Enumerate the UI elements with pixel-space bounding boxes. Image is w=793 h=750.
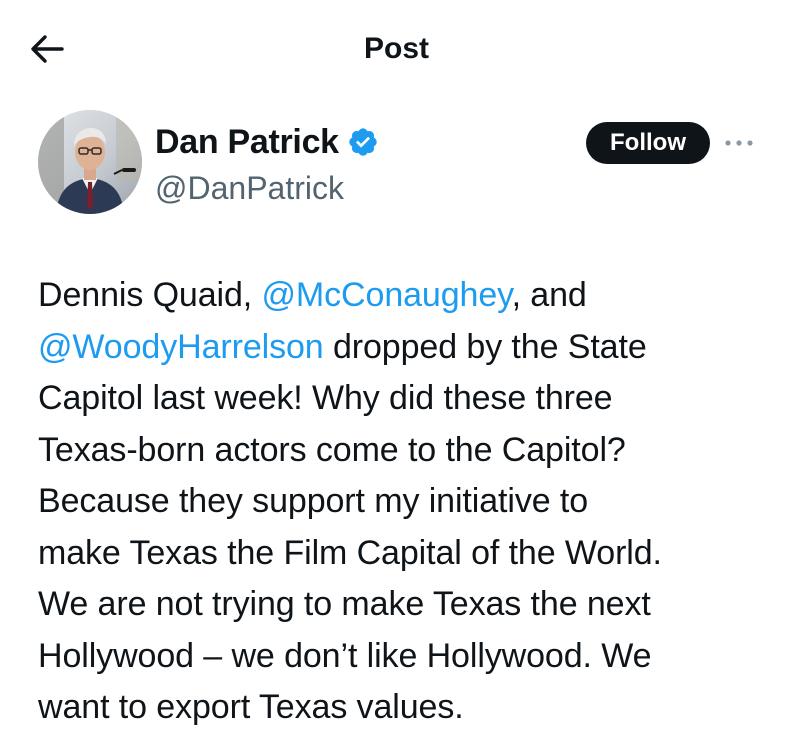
avatar[interactable] [38, 110, 142, 214]
post-text-fragment: dropped by the State [323, 327, 647, 366]
post-text-line: Dennis Quaid, @McConaughey, and [38, 270, 766, 322]
post-text-line: Because they support my initiative to [38, 482, 589, 520]
follow-button[interactable]: Follow [586, 122, 710, 164]
page-title: Post [363, 32, 429, 65]
post-text-line: We are not trying to make Texas the next [38, 585, 651, 623]
display-name-row: Dan Patrick [155, 120, 379, 164]
author-info: Dan Patrick @DanPatrick [155, 120, 379, 210]
post-text-line: Texas-born actors come to the Capitol? [38, 430, 626, 469]
post-text-fragment: Dennis Quaid, [38, 276, 262, 314]
post-text-line: Hollywood – we don’t like Hollywood. We [38, 636, 652, 675]
post-author-row: Dan Patrick @DanPatrick Follow [0, 98, 793, 238]
top-bar: Post [0, 0, 793, 98]
verified-badge-icon[interactable] [347, 126, 379, 158]
mention-link-woodyharrelson[interactable]: @WoodyHarrelson [38, 328, 324, 366]
post-text-line: want to export Texas values. [38, 688, 464, 726]
post-text-line: make Texas the Film Capital of the World… [38, 533, 662, 572]
more-options-icon [725, 140, 753, 146]
post-text-line: @WoodyHarrelson dropped by the State [38, 322, 766, 374]
mention-link-mcconaughey[interactable]: @McConaughey [262, 276, 512, 314]
author-handle[interactable]: @DanPatrick [155, 166, 379, 210]
post-text: Dennis Quaid, @McConaughey, and @WoodyHa… [38, 270, 766, 734]
post-text-fragment: , and [511, 276, 587, 314]
post-text-line: Capitol last week! Why did these three [38, 379, 613, 417]
avatar-image [38, 110, 142, 214]
display-name[interactable]: Dan Patrick [155, 120, 339, 164]
more-options-button[interactable] [722, 128, 756, 158]
